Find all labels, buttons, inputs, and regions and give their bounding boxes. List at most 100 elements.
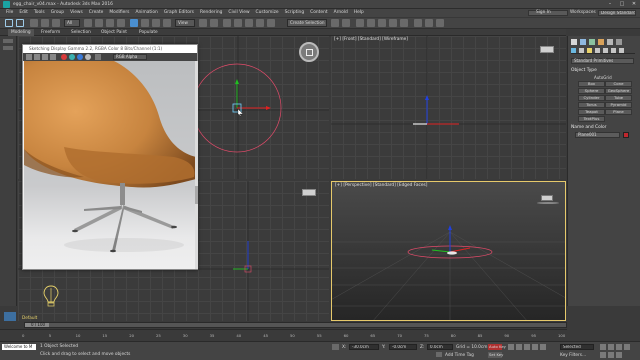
rendered-frame-window-icon[interactable]	[425, 19, 433, 27]
menu-views[interactable]: Views	[67, 9, 86, 17]
menu-create[interactable]: Create	[86, 9, 107, 17]
clear-icon[interactable]	[50, 54, 56, 60]
menu-animation[interactable]: Animation	[132, 9, 160, 17]
tab-freeform[interactable]: Freeform	[38, 29, 63, 36]
set-key-button[interactable]: Set Key	[488, 352, 503, 358]
link-icon[interactable]	[30, 19, 38, 27]
zoom-all-icon[interactable]	[608, 344, 614, 350]
tab-selection[interactable]: Selection	[68, 29, 94, 36]
alpha-channel-icon[interactable]	[85, 54, 91, 60]
curve-editor-icon[interactable]	[378, 19, 386, 27]
modify-tab-icon[interactable]	[580, 39, 586, 45]
workspace-dropdown[interactable]: Design Standard	[598, 10, 636, 16]
select-and-move-icon[interactable]	[130, 19, 138, 27]
motion-tab-icon[interactable]	[598, 39, 604, 45]
viewcube-front-icon[interactable]	[540, 46, 554, 53]
tube-button[interactable]: Tube	[605, 95, 632, 101]
viewcube-left-icon[interactable]	[302, 189, 316, 196]
auto-key-button[interactable]: Auto Key	[488, 344, 506, 350]
render-setup-icon[interactable]	[414, 19, 422, 27]
select-by-name-icon[interactable]	[95, 19, 103, 27]
percent-snap-icon[interactable]	[245, 19, 253, 27]
play-icon[interactable]	[524, 344, 530, 350]
object-name-input[interactable]: Plane001	[575, 132, 620, 138]
maxscript-listener-input[interactable]: Welcome to M	[2, 344, 36, 350]
render-production-icon[interactable]	[436, 19, 444, 27]
placement-icon[interactable]	[163, 19, 171, 27]
x-coordinate-field[interactable]: -30.0cm	[349, 344, 379, 350]
primitive-category-dropdown[interactable]: Standard Primitives	[571, 58, 634, 64]
object-color-swatch[interactable]	[623, 132, 629, 138]
menu-arnold[interactable]: Arnold	[331, 9, 351, 17]
copy-image-icon[interactable]	[34, 54, 40, 60]
clone-window-icon[interactable]	[42, 54, 48, 60]
edit-named-selection-icon[interactable]	[267, 19, 275, 27]
select-and-scale-icon[interactable]	[152, 19, 160, 27]
autogrid-checkbox[interactable]: AutoGrid	[594, 75, 612, 80]
utilities-tab-icon[interactable]	[616, 39, 622, 45]
sign-in-button[interactable]: Sign In	[528, 10, 568, 16]
layer-explorer-icon[interactable]	[356, 19, 364, 27]
schematic-view-icon[interactable]	[389, 19, 397, 27]
angle-snap-icon[interactable]	[234, 19, 242, 27]
cylinder-button[interactable]: Cylinder	[578, 95, 605, 101]
named-selection-dropdown[interactable]: Create Selection Se	[287, 19, 327, 27]
minimize-button[interactable]: –	[604, 1, 616, 8]
menu-tools[interactable]: Tools	[31, 9, 48, 17]
box-button[interactable]: Box	[578, 81, 605, 87]
align-icon[interactable]	[342, 19, 350, 27]
time-tag-icon[interactable]	[436, 352, 442, 357]
blue-channel-icon[interactable]	[77, 54, 83, 60]
mirror-icon[interactable]	[331, 19, 339, 27]
window-crossing-icon[interactable]	[117, 19, 125, 27]
red-channel-icon[interactable]	[61, 54, 67, 60]
select-object-icon[interactable]	[84, 19, 92, 27]
hierarchy-tab-icon[interactable]	[589, 39, 595, 45]
bind-space-warp-icon[interactable]	[52, 19, 60, 27]
close-button[interactable]: ✕	[628, 1, 640, 8]
rectangular-selection-icon[interactable]	[106, 19, 114, 27]
channel-dropdown[interactable]: RGB Alpha	[113, 54, 147, 60]
create-tab-icon[interactable]	[571, 39, 577, 45]
menu-edit[interactable]: Edit	[16, 9, 31, 17]
tab-modeling[interactable]: Modeling	[8, 29, 34, 36]
pyramid-button[interactable]: Pyramid	[605, 102, 632, 108]
textplus-button[interactable]: TextPlus	[578, 116, 605, 122]
y-coordinate-field[interactable]: -0.0cm	[389, 344, 417, 350]
selection-filter-dropdown[interactable]: All	[64, 19, 80, 27]
display-tab-icon[interactable]	[607, 39, 613, 45]
torus-button[interactable]: Torus	[578, 102, 605, 108]
menu-content[interactable]: Content	[307, 9, 330, 17]
geosphere-button[interactable]: GeoSphere	[605, 88, 632, 94]
select-and-rotate-icon[interactable]	[141, 19, 149, 27]
sphere-button[interactable]: Sphere	[578, 88, 605, 94]
menu-graph-editors[interactable]: Graph Editors	[161, 9, 197, 17]
image-viewer-scrollbar[interactable]	[195, 61, 198, 269]
zoom-extents-icon[interactable]	[616, 344, 622, 350]
explorer-list-icon[interactable]	[3, 46, 13, 50]
save-image-icon[interactable]	[26, 54, 32, 60]
lock-selection-icon[interactable]	[332, 344, 339, 350]
track-bar[interactable]: 0 5 10 15 20 25 30 35 40 45 50 55 60 65 70 75 80 85 90 95 10…	[0, 329, 567, 341]
key-mode-dropdown[interactable]: Selected	[560, 344, 594, 350]
tab-populate[interactable]: Populate	[136, 29, 161, 36]
time-slider[interactable]: 0 / 100	[24, 322, 567, 328]
menu-file[interactable]: File	[3, 9, 16, 17]
redo-icon[interactable]	[16, 19, 24, 27]
create-category-icons[interactable]	[571, 48, 635, 54]
undo-icon[interactable]	[5, 19, 13, 27]
select-manipulate-icon[interactable]	[210, 19, 218, 27]
toggle-ribbon-icon[interactable]	[367, 19, 375, 27]
image-viewer-window[interactable]: Sketching Display Gamma 2.2, RGBA Color …	[22, 44, 198, 270]
cone-button[interactable]: Cone	[605, 81, 632, 87]
plane-button[interactable]: Plane	[605, 109, 632, 115]
viewport-front[interactable]: [+] [Front] [Standard] [Wireframe]	[331, 36, 566, 179]
maximize-button[interactable]: □	[616, 1, 628, 8]
pivot-point-icon[interactable]	[199, 19, 207, 27]
unlink-icon[interactable]	[41, 19, 49, 27]
spinner-snap-icon[interactable]	[256, 19, 264, 27]
reference-coordinate-dropdown[interactable]: View	[175, 19, 195, 27]
monochrome-icon[interactable]	[95, 54, 101, 60]
menu-group[interactable]: Group	[48, 9, 67, 17]
maxscript-icon[interactable]	[4, 312, 16, 321]
